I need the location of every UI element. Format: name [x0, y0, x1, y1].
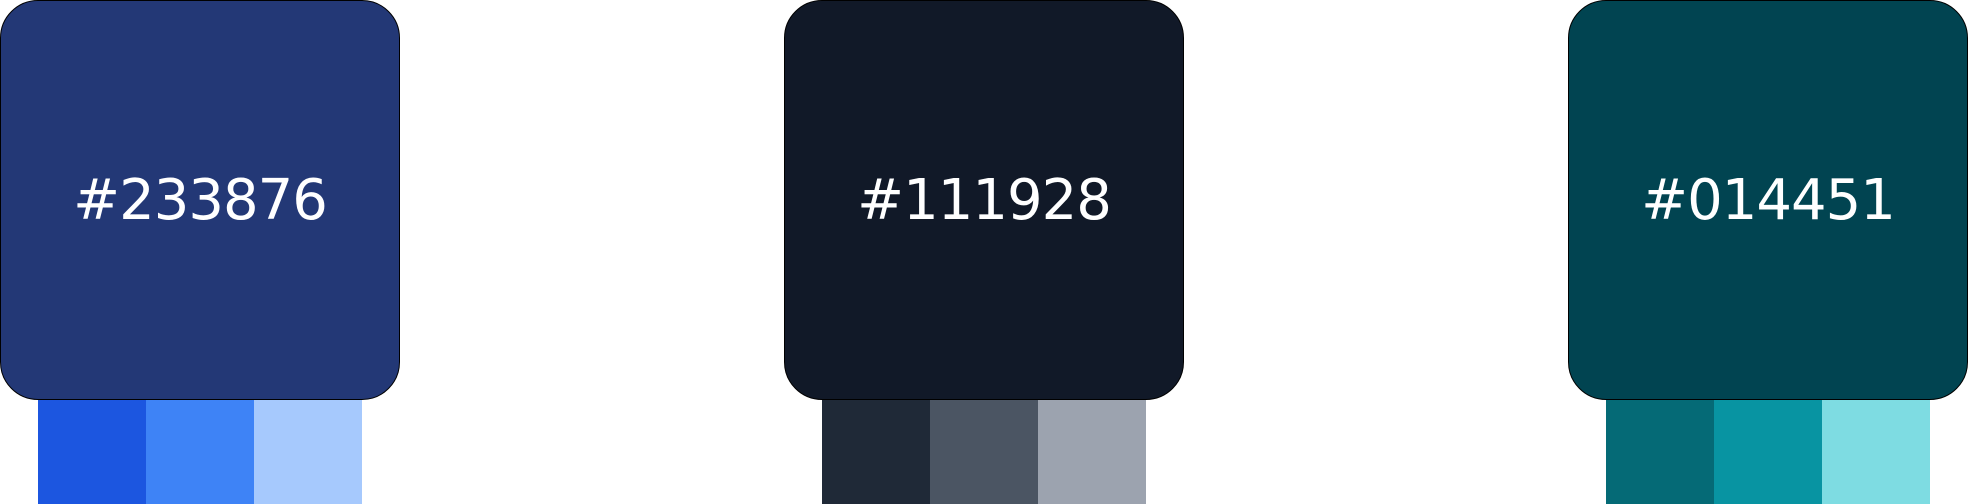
- shade-swatch-dark: [38, 400, 146, 504]
- shade-swatch-dark: [1606, 400, 1714, 504]
- color-palette-2: #111928: [784, 0, 1184, 504]
- shade-swatch-medium: [146, 400, 254, 504]
- shade-swatch-light: [1822, 400, 1930, 504]
- shade-swatch-medium: [930, 400, 1038, 504]
- shade-strip: [1606, 400, 1930, 504]
- hex-code-label: #233876: [73, 167, 328, 233]
- shade-swatch-medium: [1714, 400, 1822, 504]
- main-color-swatch: #111928: [784, 0, 1184, 400]
- shade-strip: [822, 400, 1146, 504]
- color-palette-1: #233876: [0, 0, 400, 504]
- main-color-swatch: #233876: [0, 0, 400, 400]
- color-palette-3: #014451: [1568, 0, 1968, 504]
- hex-code-label: #111928: [857, 167, 1112, 233]
- shade-swatch-dark: [822, 400, 930, 504]
- main-color-swatch: #014451: [1568, 0, 1968, 400]
- shade-strip: [38, 400, 362, 504]
- shade-swatch-light: [1038, 400, 1146, 504]
- hex-code-label: #014451: [1641, 167, 1896, 233]
- shade-swatch-light: [254, 400, 362, 504]
